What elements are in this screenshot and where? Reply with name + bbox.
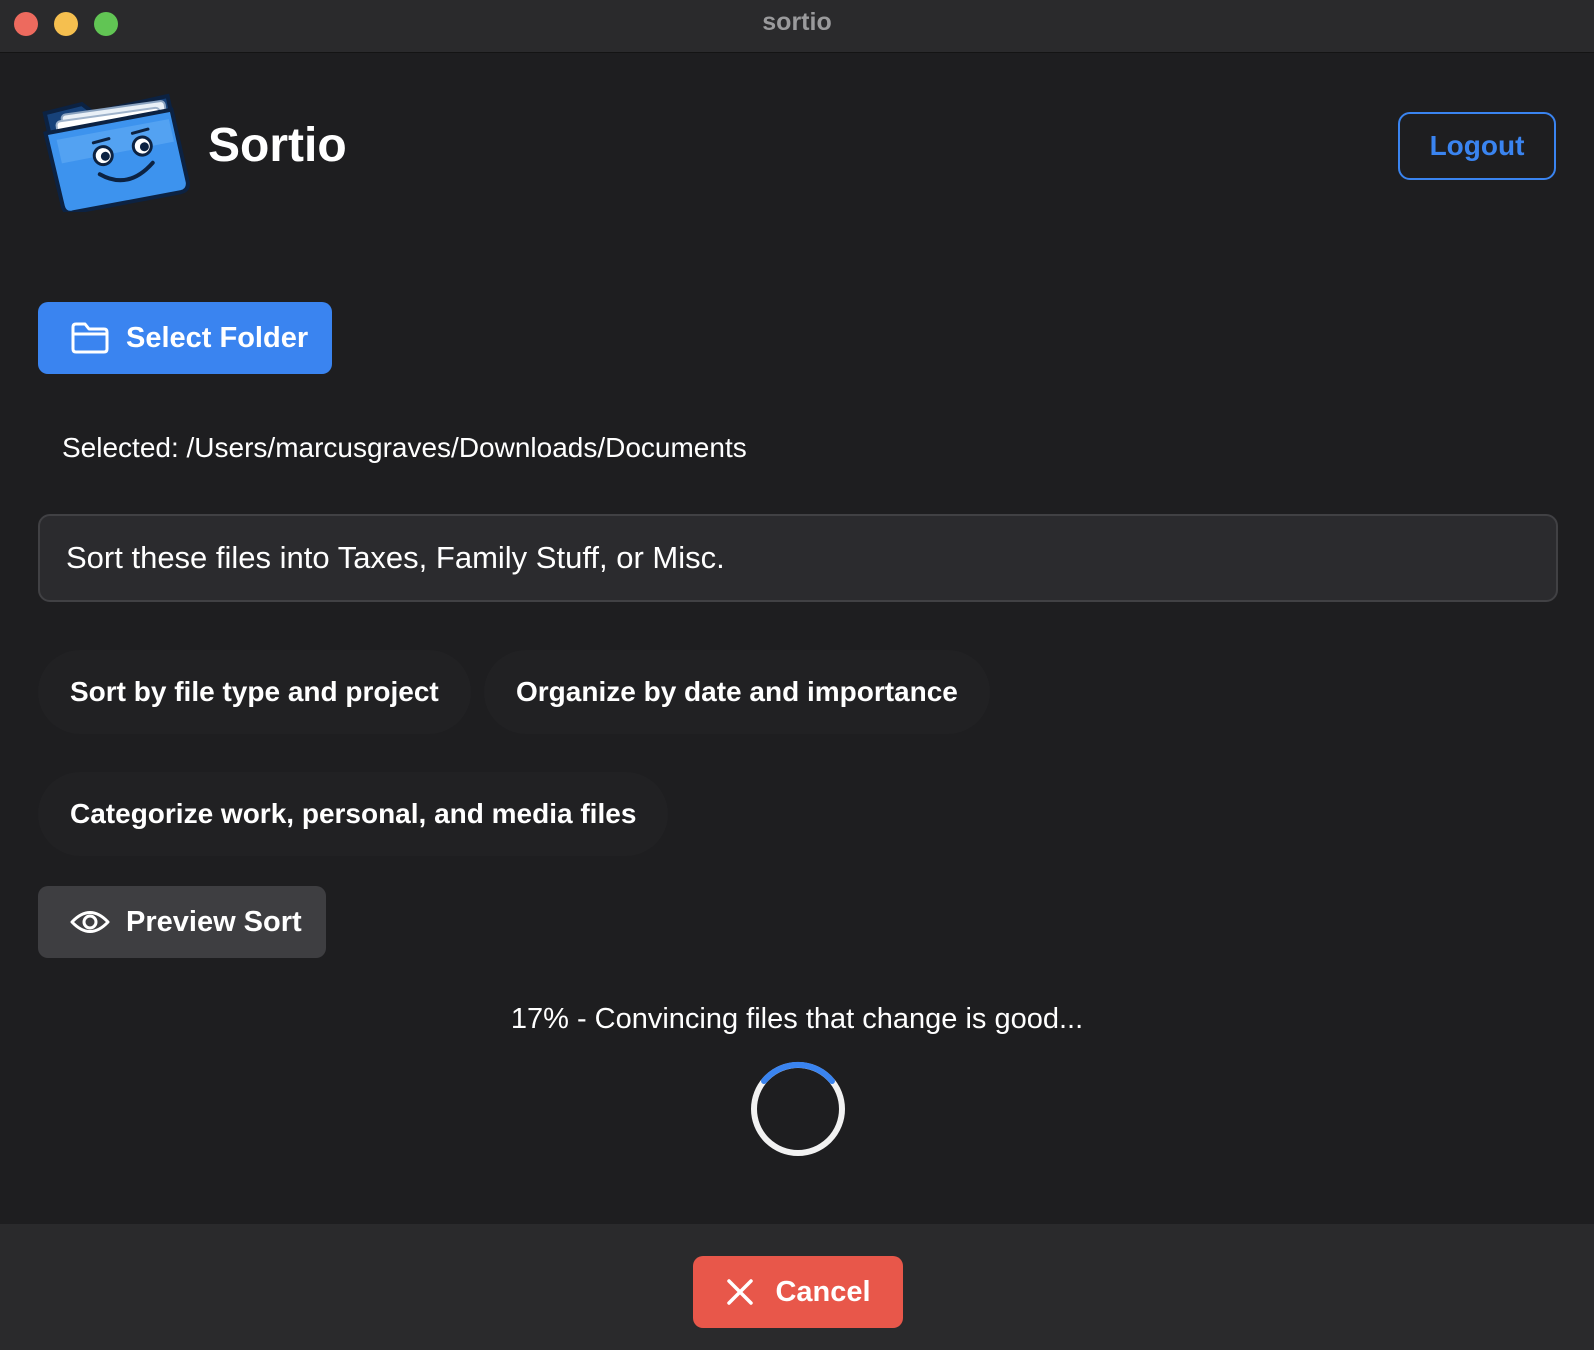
- suggestion-chip[interactable]: Categorize work, personal, and media fil…: [38, 772, 669, 856]
- logout-button[interactable]: Logout: [1398, 112, 1556, 180]
- preview-sort-button[interactable]: Preview Sort: [38, 886, 326, 958]
- eye-icon: [70, 907, 110, 937]
- window-title: sortio: [762, 8, 832, 36]
- selected-folder-path: Selected: /Users/marcusgraves/Downloads/…: [62, 432, 747, 463]
- progress-status-text: 17% - Convincing files that change is go…: [510, 1003, 1084, 1035]
- app-name: Sortio: [208, 119, 347, 172]
- suggestion-chip[interactable]: Sort by file type and project: [38, 650, 471, 734]
- loading-spinner-icon: [749, 1060, 847, 1158]
- close-icon: [725, 1277, 755, 1307]
- folder-icon: [70, 321, 110, 355]
- cancel-button[interactable]: Cancel: [693, 1256, 903, 1328]
- smiling-folder-icon: [36, 80, 192, 215]
- select-folder-label: Select Folder: [126, 321, 309, 354]
- sort-prompt-input[interactable]: Sort these files into Taxes, Family Stuf…: [38, 514, 1558, 602]
- select-folder-button[interactable]: Select Folder: [38, 302, 332, 374]
- cancel-label: Cancel: [775, 1275, 871, 1308]
- suggestion-chip[interactable]: Organize by date and importance: [484, 650, 990, 734]
- title-bar: sortio: [0, 0, 1594, 53]
- preview-sort-label: Preview Sort: [126, 905, 302, 938]
